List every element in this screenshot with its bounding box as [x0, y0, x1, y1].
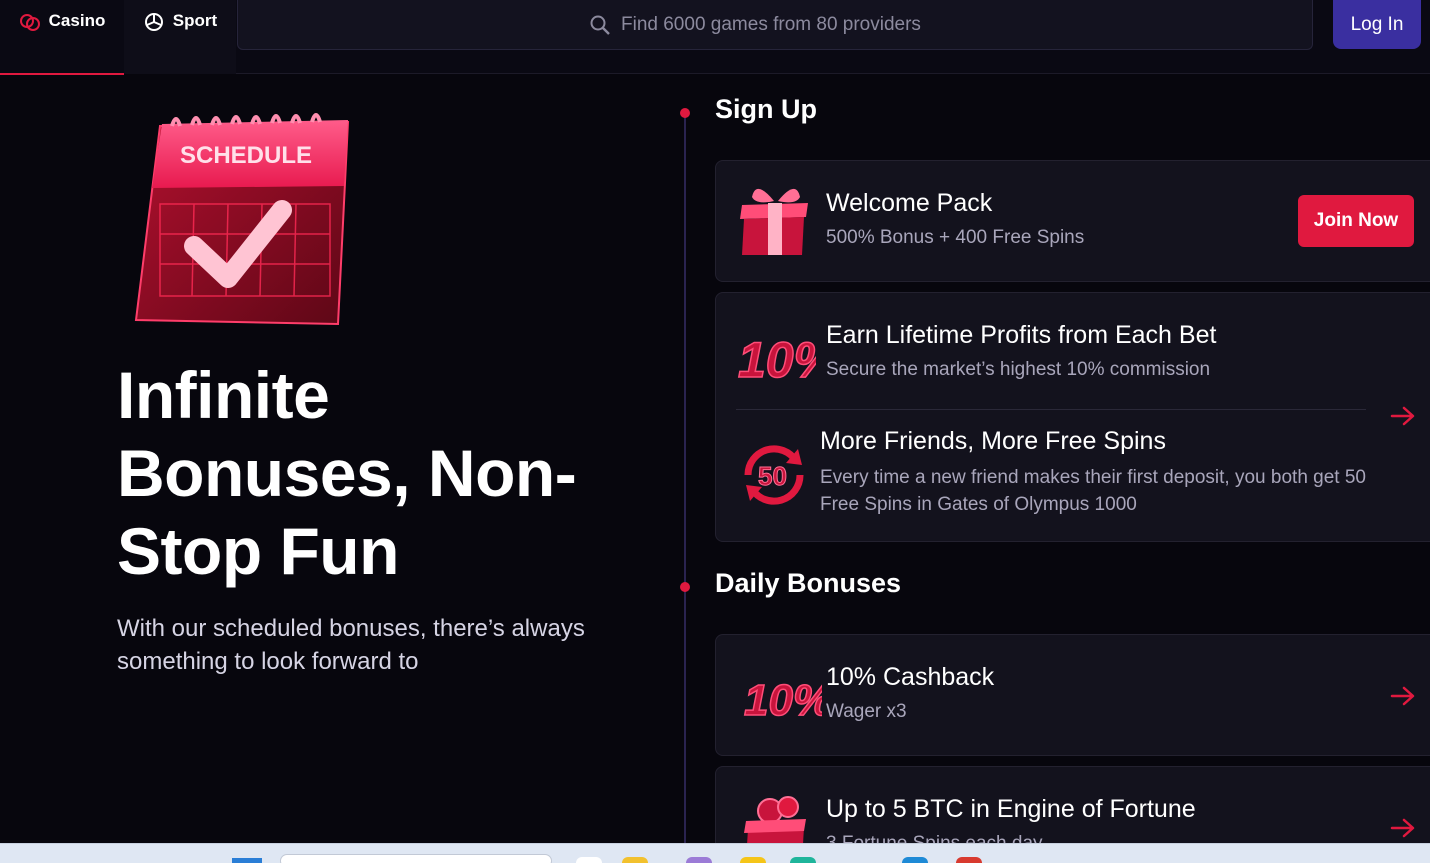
engine-of-fortune-title: Up to 5 BTC in Engine of Fortune [826, 795, 1196, 823]
join-now-button[interactable]: Join Now [1298, 195, 1414, 247]
section-title-sign-up: Sign Up [715, 94, 817, 124]
welcome-pack-title: Welcome Pack [826, 189, 993, 217]
calendar-label: SCHEDULE [180, 142, 313, 169]
section-title-daily-bonuses: Daily Bonuses [715, 568, 902, 598]
fifty-spins-icon: 50 [736, 439, 816, 511]
card-divider [736, 409, 1366, 410]
search-bar[interactable] [237, 0, 1313, 50]
cashback-title: 10% Cashback [826, 663, 995, 691]
hero-title: Infinite Bonuses, Non- Stop Fun [117, 358, 577, 588]
arrow-right-icon[interactable] [1390, 685, 1416, 707]
taskbar-app-icon[interactable] [686, 857, 712, 863]
ten-percent-icon-text: 10% [738, 332, 816, 388]
referral-card[interactable]: 10% Earn Lifetime Profits from Each Bet … [715, 292, 1430, 542]
referral-title-friends: More Friends, More Free Spins [820, 427, 1166, 455]
welcome-pack-description: 500% Bonus + 400 Free Spins [826, 227, 1085, 248]
windows-start-icon[interactable] [232, 858, 262, 863]
login-button[interactable]: Log In [1333, 0, 1421, 49]
ten-percent-icon: 10% [742, 661, 833, 733]
timeline-line [684, 112, 686, 852]
search-input[interactable] [621, 13, 961, 36]
gift-box-icon [736, 183, 816, 255]
schedule-calendar-illustration: SCHEDULE [132, 106, 354, 328]
hero-subtitle: With our scheduled bonuses, there’s alwa… [117, 615, 585, 675]
tab-sport[interactable]: Sport [124, 0, 236, 74]
cashback-card[interactable]: 10% 10% Cashback Wager x3 [715, 634, 1430, 756]
search-icon [589, 14, 611, 36]
taskbar-app-icon[interactable] [956, 857, 982, 863]
referral-description-profits: Secure the market’s highest 10% commissi… [826, 359, 1211, 380]
cashback-icon-text: 10% [744, 676, 822, 725]
top-navigation-bar: Casino Sport Log In [0, 0, 1430, 75]
fifty-spins-icon-text: 50 [758, 461, 787, 491]
timeline-dot [680, 582, 690, 592]
cashback-description: Wager x3 [826, 701, 907, 722]
taskbar-app-icon[interactable] [622, 857, 648, 863]
referral-description-friends: Every time a new friend makes their firs… [820, 467, 1366, 515]
soccer-ball-icon [143, 11, 165, 33]
taskbar-app-icon[interactable] [740, 857, 766, 863]
arrow-right-icon[interactable] [1390, 405, 1416, 427]
referral-title-profits: Earn Lifetime Profits from Each Bet [826, 321, 1217, 349]
taskbar-app-icon[interactable] [790, 857, 816, 863]
tab-casino[interactable]: Casino [0, 0, 124, 75]
os-taskbar [0, 843, 1430, 863]
ten-percent-icon: 10% [736, 319, 839, 391]
taskbar-app-icon[interactable] [576, 857, 602, 863]
taskbar-search[interactable] [280, 854, 552, 863]
arrow-right-icon[interactable] [1390, 817, 1416, 839]
timeline-dot [680, 108, 690, 118]
taskbar-app-icon[interactable] [902, 857, 928, 863]
casino-chips-icon [19, 11, 41, 33]
welcome-pack-card[interactable]: Welcome Pack 500% Bonus + 400 Free Spins… [715, 160, 1430, 282]
taskbar-app-icon[interactable] [850, 857, 876, 863]
tab-sport-label: Sport [172, 11, 218, 30]
tab-casino-label: Casino [48, 11, 106, 30]
